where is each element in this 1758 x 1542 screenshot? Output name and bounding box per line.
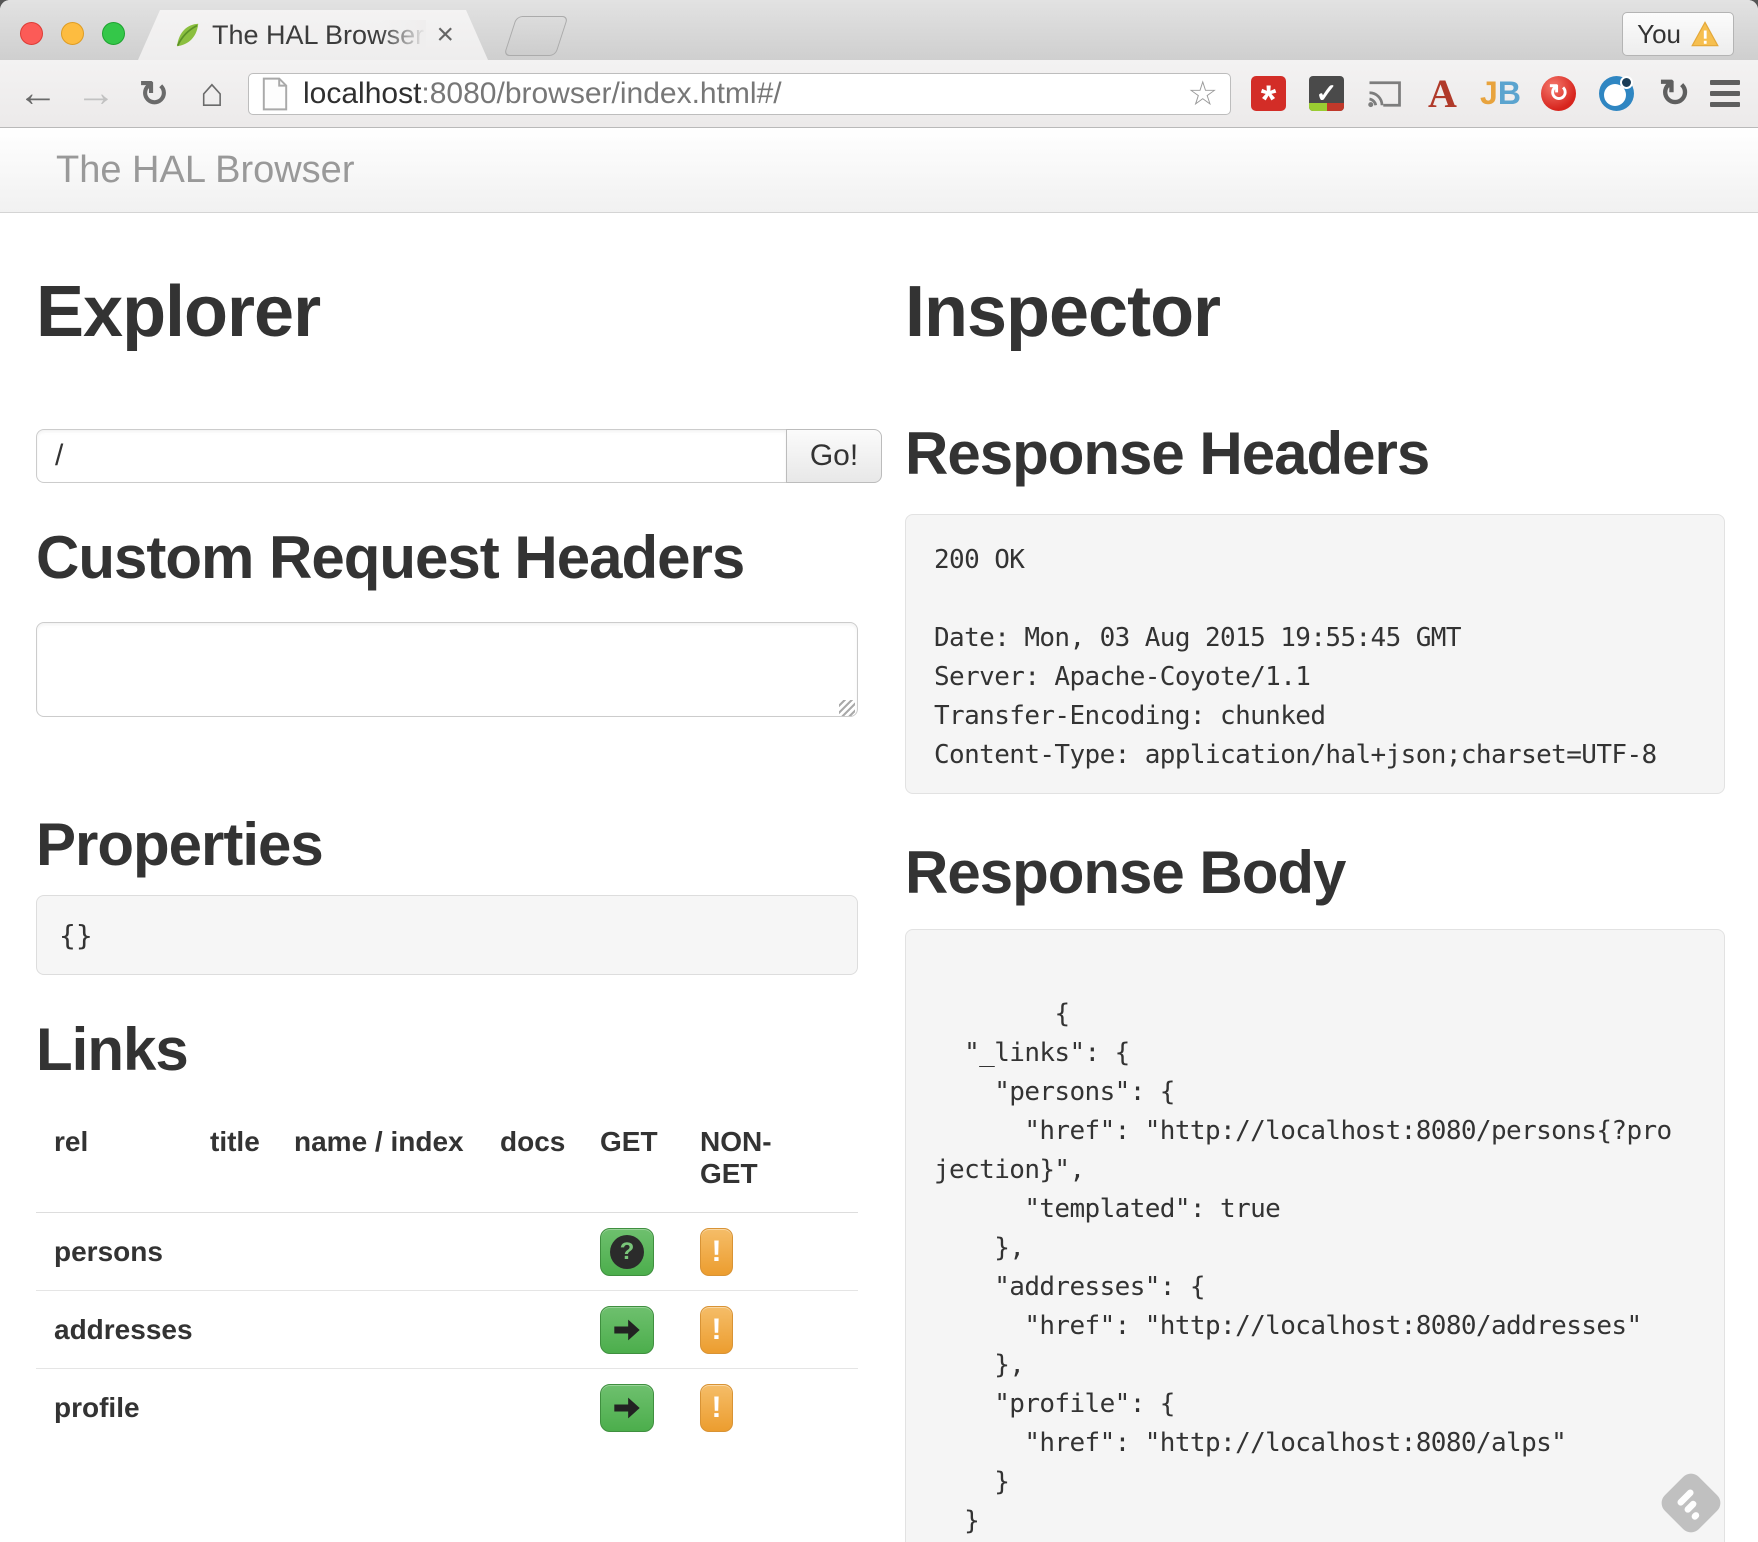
window-controls (20, 22, 125, 45)
blue-extension-icon[interactable] (1599, 76, 1634, 111)
jb-b: B (1498, 75, 1521, 112)
jb-j: J (1480, 75, 1498, 112)
col-non-get: NON-GET (700, 1126, 820, 1190)
col-docs: docs (500, 1126, 600, 1190)
url-host: localhost (303, 77, 421, 110)
exclamation-icon: ! (712, 1235, 722, 1268)
close-window-button[interactable] (20, 22, 43, 45)
custom-headers-textarea[interactable] (36, 622, 858, 717)
non-get-button[interactable]: ! (700, 1306, 733, 1354)
col-rel: rel (36, 1126, 210, 1190)
sync-extension-icon[interactable]: ↻ (1657, 76, 1692, 111)
reload-icon[interactable]: ↻ (132, 73, 176, 115)
links-table-body: persons ? ! addresses ? (36, 1213, 858, 1447)
home-icon[interactable]: ⌂ (190, 71, 234, 116)
bookmark-star-icon[interactable]: ☆ (1188, 74, 1218, 114)
cast-extension-icon[interactable] (1367, 76, 1402, 111)
page-icon (261, 77, 289, 111)
warning-icon (1691, 21, 1719, 47)
link-rel-label: addresses (54, 1314, 193, 1345)
resize-grip-icon[interactable] (839, 700, 855, 716)
site-brand-link[interactable]: The HAL Browser (0, 149, 354, 192)
lastpass-extension-icon[interactable]: * (1251, 76, 1286, 111)
tab-title: The HAL Browser (customiz (212, 20, 426, 51)
table-row: profile ? ! (36, 1369, 858, 1447)
checker-extension-icon[interactable]: ✓ (1309, 76, 1344, 111)
table-row: addresses ? ! (36, 1291, 858, 1369)
navigation-buttons: ← → ↻ ⌂ (0, 71, 248, 116)
tab-close-icon[interactable]: × (436, 20, 454, 50)
col-get: GET (600, 1126, 700, 1190)
explorer-title: Explorer (36, 271, 882, 353)
browser-window: The HAL Browser (customiz × You ← → ↻ ⌂ (0, 0, 1758, 1542)
exclamation-icon: ! (712, 1313, 722, 1346)
custom-headers-title: Custom Request Headers (36, 523, 882, 592)
extension-icons: * ✓ A JB ↻ ↻ (1231, 76, 1708, 111)
site-navbar: The HAL Browser (0, 128, 1758, 213)
resource-path-input[interactable] (36, 429, 786, 483)
forward-icon[interactable]: → (74, 71, 118, 116)
properties-value: {} (36, 895, 858, 975)
non-get-button[interactable]: ! (700, 1228, 733, 1276)
zoom-window-button[interactable] (102, 22, 125, 45)
properties-title: Properties (36, 810, 882, 879)
go-button[interactable]: Go! (786, 429, 882, 483)
custom-headers-wrap (36, 592, 858, 722)
links-table: rel title name / index docs GET NON-GET … (36, 1112, 858, 1447)
response-body-json: { "_links": { "persons": { "href": "http… (934, 999, 1672, 1542)
minimize-window-button[interactable] (61, 22, 84, 45)
get-button[interactable]: ? (600, 1384, 654, 1432)
link-rel-label: persons (54, 1236, 163, 1267)
annotator-extension-icon[interactable]: A (1425, 76, 1460, 111)
address-bar[interactable]: localhost:8080/browser/index.html#/ ☆ (248, 73, 1231, 115)
get-button[interactable]: ? (600, 1306, 654, 1354)
page-content: Explorer Go! Custom Request Headers Prop… (0, 213, 1758, 1542)
links-title: Links (36, 1015, 882, 1084)
profile-you-label: You (1637, 19, 1681, 50)
response-body-title: Response Body (905, 838, 1725, 907)
col-title: title (210, 1126, 294, 1190)
profile-you-button[interactable]: You (1622, 12, 1734, 56)
arrow-right-icon (612, 1395, 642, 1421)
url-path: :8080/browser/index.html#/ (421, 77, 781, 110)
refresh-extension-icon[interactable]: ↻ (1541, 76, 1576, 111)
browser-tab[interactable]: The HAL Browser (customiz × (138, 10, 488, 60)
arrow-right-icon (612, 1317, 642, 1343)
question-icon: ? (610, 1235, 644, 1269)
back-icon[interactable]: ← (16, 71, 60, 116)
response-headers-box: 200 OK Date: Mon, 03 Aug 2015 19:55:45 G… (905, 514, 1725, 794)
tab-strip: The HAL Browser (customiz × You (0, 0, 1758, 60)
inspector-title: Inspector (905, 271, 1725, 353)
non-get-button[interactable]: ! (700, 1384, 733, 1432)
spring-leaf-favicon (172, 20, 202, 50)
chrome-menu-icon[interactable] (1708, 80, 1758, 107)
new-tab-button[interactable] (504, 16, 569, 56)
explorer-column: Explorer Go! Custom Request Headers Prop… (36, 213, 882, 1447)
get-button[interactable]: ? (600, 1228, 654, 1276)
link-rel-label: profile (54, 1392, 140, 1423)
links-table-header: rel title name / index docs GET NON-GET (36, 1112, 858, 1213)
col-name-index: name / index (294, 1126, 500, 1190)
response-headers-title: Response Headers (905, 419, 1725, 488)
feedly-watermark-icon (1648, 1460, 1734, 1542)
table-row: persons ? ! (36, 1213, 858, 1291)
url-text: localhost:8080/browser/index.html#/ (303, 77, 1188, 111)
exclamation-icon: ! (712, 1391, 722, 1424)
response-body-box: { "_links": { "persons": { "href": "http… (905, 929, 1725, 1542)
browser-toolbar: ← → ↻ ⌂ localhost:8080/browser/index.htm… (0, 60, 1758, 128)
jetbrains-extension-icon[interactable]: JB (1483, 76, 1518, 111)
address-input-group: Go! (36, 429, 882, 483)
inspector-column: Inspector Response Headers 200 OK Date: … (905, 213, 1725, 1542)
